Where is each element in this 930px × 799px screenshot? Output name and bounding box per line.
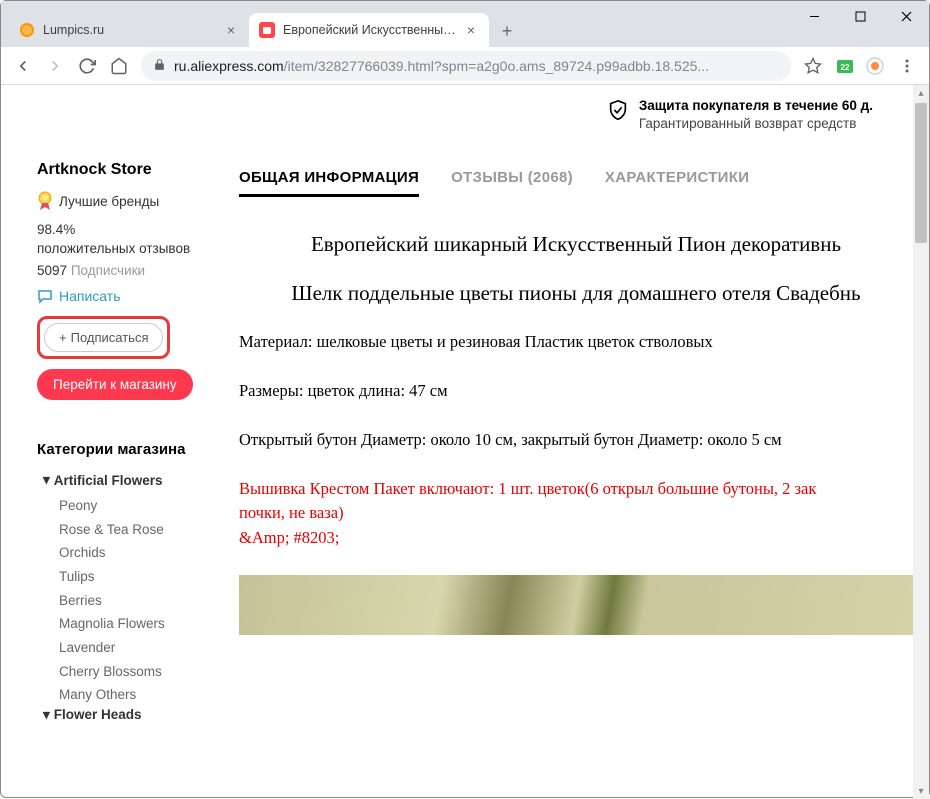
url-path: /item/32827766039.html?spm=a2g0o.ams_897… (284, 58, 709, 74)
product-title-line1: Европейский шикарный Искусственный Пион … (239, 232, 913, 257)
back-button[interactable] (7, 50, 39, 82)
product-size: Размеры: цветок длина: 47 см (239, 379, 913, 404)
tab-general-info[interactable]: ОБЩАЯ ИНФОРМАЦИЯ (239, 161, 419, 197)
home-button[interactable] (103, 50, 135, 82)
category-item[interactable]: Rose & Tea Rose (59, 518, 223, 542)
tab-title: Lumpics.ru (43, 23, 217, 37)
store-badge: Лучшие бренды (37, 191, 223, 211)
bookmark-button[interactable] (797, 50, 829, 82)
address-bar[interactable]: ru.aliexpress.com /item/32827766039.html… (141, 51, 791, 81)
favicon-aliexpress (259, 22, 275, 38)
followers: 5097 Подписчики (37, 263, 223, 278)
scroll-up-arrow[interactable]: ▴ (913, 85, 929, 101)
close-icon[interactable]: × (223, 22, 239, 38)
category-item[interactable]: Peony (59, 494, 223, 518)
lock-icon (153, 58, 166, 74)
store-name[interactable]: Artknock Store (37, 161, 223, 179)
category-item[interactable]: Magnolia Flowers (59, 612, 223, 636)
extension-icon-1[interactable]: 22 (835, 56, 855, 76)
category-item[interactable]: Orchids (59, 541, 223, 565)
product-title-line2: Шелк поддельные цветы пионы для домашнег… (239, 281, 913, 306)
goto-store-button[interactable]: Перейти к магазину (37, 369, 193, 400)
scroll-down-arrow[interactable]: ▾ (913, 783, 929, 799)
tab-title: Европейский Искусственный П (283, 23, 457, 37)
vertical-scrollbar[interactable]: ▴ ▾ (913, 85, 929, 799)
svg-text:22: 22 (841, 63, 850, 72)
menu-button[interactable] (891, 50, 923, 82)
tab-specs[interactable]: ХАРАКТЕРИСТИКИ (605, 161, 749, 197)
browser-tabs: Lumpics.ru × Европейский Искусственный П… (1, 1, 791, 47)
store-sidebar: Artknock Store Лучшие бренды 98.4% полож… (37, 161, 223, 728)
close-window-button[interactable] (883, 1, 929, 31)
window-title-bar: Lumpics.ru × Европейский Искусственный П… (1, 1, 929, 47)
browser-tab-1[interactable]: Lumpics.ru × (9, 13, 249, 47)
browser-toolbar: ru.aliexpress.com /item/32827766039.html… (1, 47, 929, 85)
product-material: Материал: шелковые цветы и резиновая Пла… (239, 330, 913, 355)
product-image (239, 575, 913, 635)
category-item[interactable]: Berries (59, 589, 223, 613)
product-description: Европейский шикарный Искусственный Пион … (239, 202, 913, 635)
browser-tab-2[interactable]: Европейский Искусственный П × (249, 13, 489, 47)
category-item[interactable]: Lavender (59, 636, 223, 660)
protection-subtitle: Гарантированный возврат средств (639, 115, 873, 133)
category-item[interactable]: Tulips (59, 565, 223, 589)
reload-button[interactable] (71, 50, 103, 82)
badge-label: Лучшие бренды (59, 194, 159, 209)
category-item[interactable]: Many Others (59, 683, 223, 707)
subscribe-highlight: + Подписаться (37, 316, 170, 359)
category-group-header[interactable]: ▾ Flower Heads (37, 707, 223, 723)
contact-seller-link[interactable]: Написать (37, 288, 223, 304)
product-package: Вышивка Крестом Пакет включают: 1 шт. цв… (239, 477, 913, 551)
main-content: ОБЩАЯ ИНФОРМАЦИЯ ОТЗЫВЫ (2068) ХАРАКТЕРИ… (239, 161, 913, 635)
store-categories: Категории магазина ▾ Artificial Flowers … (37, 416, 223, 723)
new-tab-button[interactable]: + (493, 17, 521, 45)
extension-icons: 22 (829, 56, 891, 76)
page-viewport: Защита покупателя в течение 60 д. Гарант… (1, 85, 929, 799)
protection-title: Защита покупателя в течение 60 д. (639, 97, 873, 115)
product-tabs: ОБЩАЯ ИНФОРМАЦИЯ ОТЗЫВЫ (2068) ХАРАКТЕРИ… (239, 161, 913, 198)
positive-rating: 98.4% положительных отзывов (37, 221, 223, 259)
minimize-button[interactable] (791, 1, 837, 31)
plus-icon: + (59, 330, 67, 345)
scroll-thumb[interactable] (915, 103, 927, 243)
window-controls (791, 1, 929, 31)
url-domain: ru.aliexpress.com (174, 58, 284, 74)
favicon-lumpics (19, 22, 35, 38)
maximize-button[interactable] (837, 1, 883, 31)
subscribe-button[interactable]: + Подписаться (44, 323, 163, 352)
caret-down-icon: ▾ (43, 707, 50, 723)
categories-title: Категории магазина (37, 441, 223, 458)
category-group-header[interactable]: ▾ Artificial Flowers (37, 472, 223, 488)
close-icon[interactable]: × (463, 22, 479, 38)
product-diameter: Открытый бутон Диаметр: около 10 см, зак… (239, 428, 913, 453)
category-item[interactable]: Cherry Blossoms (59, 660, 223, 684)
tab-reviews[interactable]: ОТЗЫВЫ (2068) (451, 161, 573, 197)
buyer-protection-strip: Защита покупателя в течение 60 д. Гарант… (1, 85, 913, 161)
extension-icon-2[interactable] (865, 56, 885, 76)
ribbon-icon (37, 191, 53, 211)
forward-button[interactable] (39, 50, 71, 82)
shield-icon (607, 99, 629, 121)
chat-icon (37, 288, 53, 304)
caret-down-icon: ▾ (43, 472, 50, 488)
